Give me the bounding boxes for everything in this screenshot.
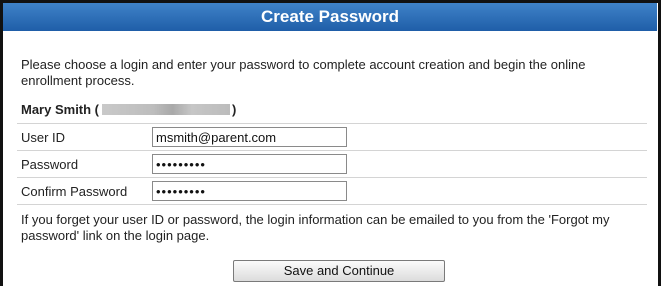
user-id-label: User ID: [21, 130, 66, 145]
confirm-password-label: Confirm Password: [21, 184, 128, 199]
password-label: Password: [21, 157, 79, 172]
account-name-prefix: Mary Smith (: [21, 102, 100, 117]
dialog-body: Please choose a login and enter your pas…: [0, 0, 667, 286]
redacted-id-block: [102, 104, 231, 115]
account-name-suffix: ): [232, 102, 237, 117]
confirm-password-input[interactable]: [152, 181, 347, 201]
password-row: Password: [17, 151, 647, 178]
confirm-password-row: Confirm Password: [17, 178, 647, 205]
intro-text: Please choose a login and enter your pas…: [21, 57, 586, 88]
user-id-row: User ID: [17, 124, 647, 151]
save-and-continue-button[interactable]: Save and Continue: [233, 260, 445, 282]
forgot-password-note: If you forget your user ID or password, …: [21, 212, 610, 243]
user-id-input[interactable]: [152, 127, 347, 147]
password-input[interactable]: [152, 154, 347, 174]
account-name: Mary Smith (): [21, 102, 236, 117]
